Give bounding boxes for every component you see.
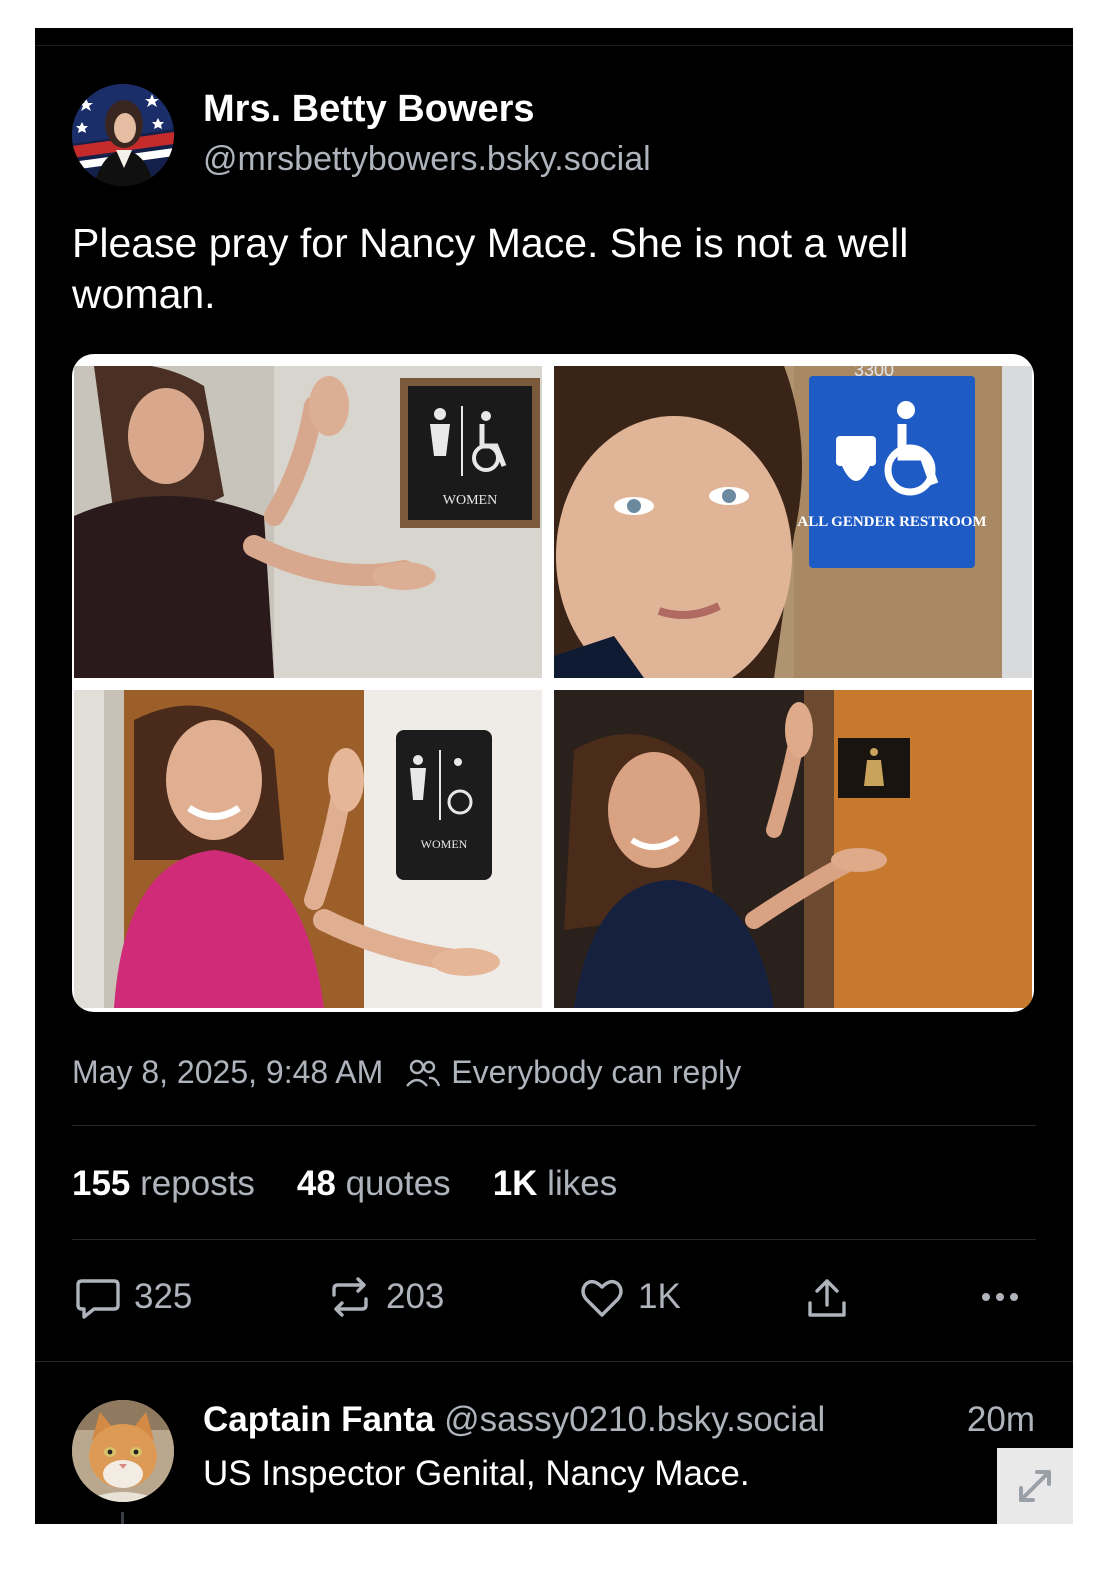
like-button[interactable]: 1K bbox=[578, 1273, 681, 1321]
expand-arrows-icon bbox=[1019, 1470, 1051, 1502]
reply-author-name[interactable]: Captain Fanta bbox=[203, 1400, 434, 1439]
speech-bubble-icon bbox=[76, 1279, 120, 1319]
likes-stat[interactable]: 1K likes bbox=[493, 1164, 618, 1204]
sign-text-3: WOMEN bbox=[421, 837, 468, 851]
sign-text-2: ALL GENDER RESTROOM bbox=[797, 514, 986, 530]
more-options-button[interactable] bbox=[976, 1273, 1036, 1321]
reply-author-handle[interactable]: @sassy0210.bsky.social bbox=[444, 1400, 825, 1439]
people-icon bbox=[405, 1058, 441, 1088]
reply-author-line[interactable]: Captain Fanta @sassy0210.bsky.social bbox=[203, 1400, 825, 1440]
author-name[interactable]: Mrs. Betty Bowers bbox=[203, 88, 535, 131]
expand-button[interactable] bbox=[997, 1448, 1073, 1524]
repost-button[interactable]: 203 bbox=[326, 1273, 444, 1321]
author-avatar[interactable] bbox=[72, 84, 174, 186]
post-image-grid[interactable]: WOMEN 3300 ALL GENDER RESTROOM WOMEN bbox=[72, 354, 1034, 1012]
meta-divider bbox=[72, 1125, 1036, 1126]
post-text: Please pray for Nancy Mace. She is not a… bbox=[72, 220, 909, 317]
reply-text: US Inspector Genital, Nancy Mace. bbox=[203, 1454, 750, 1493]
post-timestamp: May 8, 2025, 9:48 AM bbox=[72, 1054, 384, 1090]
post-image-4[interactable] bbox=[554, 690, 1032, 1008]
like-count: 1K bbox=[638, 1277, 681, 1316]
reply-time: 20m bbox=[966, 1400, 1035, 1439]
repost-count: 203 bbox=[386, 1277, 445, 1316]
thread-divider bbox=[35, 1361, 1073, 1362]
post-thread-view: Mrs. Betty Bowers @mrsbettybowers.bsky.s… bbox=[35, 28, 1073, 1524]
top-divider bbox=[35, 45, 1073, 46]
post-meta: May 8, 2025, 9:48 AM Everybody can reply bbox=[72, 1054, 741, 1091]
stats-divider bbox=[72, 1239, 1036, 1240]
repost-arrows-icon bbox=[332, 1277, 368, 1317]
share-button[interactable] bbox=[802, 1273, 864, 1323]
reply-button[interactable]: 325 bbox=[74, 1273, 192, 1321]
reply-count: 325 bbox=[134, 1277, 193, 1316]
room-number: 3300 bbox=[854, 366, 894, 380]
thread-connector-line bbox=[121, 1512, 124, 1524]
reply-author-avatar[interactable] bbox=[72, 1400, 174, 1502]
post-image-1[interactable]: WOMEN bbox=[74, 366, 542, 678]
post-stats: 155 reposts 48 quotes 1K likes bbox=[72, 1164, 659, 1204]
reposts-stat[interactable]: 155 reposts bbox=[72, 1164, 255, 1204]
post-actions: 325 203 1K bbox=[72, 1273, 1036, 1333]
post-image-2[interactable]: 3300 ALL GENDER RESTROOM bbox=[554, 366, 1032, 678]
sign-text-1: WOMEN bbox=[443, 493, 497, 508]
author-handle[interactable]: @mrsbettybowers.bsky.social bbox=[203, 140, 651, 179]
quotes-stat[interactable]: 48 quotes bbox=[297, 1164, 451, 1204]
heart-icon bbox=[581, 1279, 623, 1317]
post-image-3[interactable]: WOMEN bbox=[74, 690, 542, 1008]
share-upload-icon bbox=[808, 1279, 846, 1317]
reply-setting[interactable]: Everybody can reply bbox=[451, 1054, 741, 1091]
ellipsis-icon bbox=[982, 1293, 1018, 1301]
